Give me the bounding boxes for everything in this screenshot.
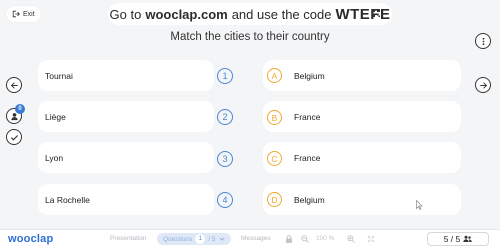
arrow-right-icon (479, 81, 487, 89)
zoom-out-icon[interactable] (301, 235, 309, 243)
questions-tab[interactable]: Questions 1 / 5 (157, 233, 231, 245)
show-correct-button[interactable] (6, 129, 22, 145)
participant-count-value: 5 / 5 (443, 234, 461, 244)
join-prefix: Go to (109, 6, 142, 22)
question-title: Match the cities to their country (170, 31, 330, 43)
vertical-dots-icon (482, 37, 484, 45)
wooclap-logo: wooclap (8, 233, 54, 245)
chevron-down-icon (218, 237, 225, 241)
right-item-label: Belgium (294, 194, 325, 205)
right-item-letter: D (267, 192, 282, 207)
right-item-card[interactable]: France (263, 142, 461, 173)
join-code: WTEFE (335, 5, 391, 23)
fullscreen-icon[interactable] (367, 235, 375, 243)
join-banner: Go to wooclap.com and use the code WTEFE (108, 3, 392, 25)
more-options-button[interactable] (475, 33, 491, 49)
lock-icon[interactable] (285, 235, 293, 243)
messages-tab[interactable]: Messages (241, 235, 271, 242)
check-icon (10, 134, 18, 141)
exit-button[interactable]: Exit (6, 6, 41, 22)
right-item-card[interactable]: Belgium (263, 184, 461, 215)
left-item-card[interactable]: La Rochelle (38, 184, 214, 215)
left-item-number: 1 (217, 68, 233, 84)
participant-count[interactable]: 5 / 5 (427, 232, 489, 246)
left-item-label: Liège (45, 111, 66, 122)
join-middle: and use the code (231, 6, 332, 22)
left-item-card[interactable]: Tournai (38, 60, 214, 91)
right-item-card[interactable]: France (263, 101, 461, 132)
question-total: / 5 (208, 235, 216, 243)
users-icon (463, 235, 472, 242)
right-item-label: Belgium (294, 70, 325, 81)
left-item-label: Lyon (45, 152, 64, 163)
zoom-level: 100 % (316, 235, 335, 242)
left-item-card[interactable]: Lyon (38, 142, 214, 173)
previous-button[interactable] (6, 77, 22, 93)
question-index: 1 (195, 234, 206, 244)
join-site: wooclap.com (145, 6, 228, 22)
arrow-left-icon (10, 81, 18, 89)
mouse-cursor-icon (416, 200, 423, 210)
zoom-in-icon[interactable] (347, 235, 355, 243)
right-item-card[interactable]: Belgium (263, 60, 461, 91)
left-item-number: 3 (217, 151, 233, 167)
qr-code-icon[interactable] (372, 9, 380, 17)
left-item-card[interactable]: Liège (38, 101, 214, 132)
left-item-number: 4 (217, 192, 233, 208)
right-item-letter: C (267, 151, 282, 166)
left-item-number: 2 (217, 109, 233, 125)
right-item-letter: A (267, 68, 282, 83)
right-item-letter: B (267, 110, 282, 125)
participants-badge: 0 (15, 104, 25, 114)
left-item-label: Tournai (45, 70, 73, 81)
questions-label: Questions (163, 235, 193, 243)
exit-icon (12, 10, 20, 18)
right-item-label: France (294, 152, 321, 163)
exit-label: Exit (23, 10, 35, 18)
right-item-label: France (294, 111, 321, 122)
presentation-tab[interactable]: Presentation (110, 235, 147, 242)
next-button[interactable] (475, 77, 491, 93)
left-item-label: La Rochelle (45, 194, 90, 205)
